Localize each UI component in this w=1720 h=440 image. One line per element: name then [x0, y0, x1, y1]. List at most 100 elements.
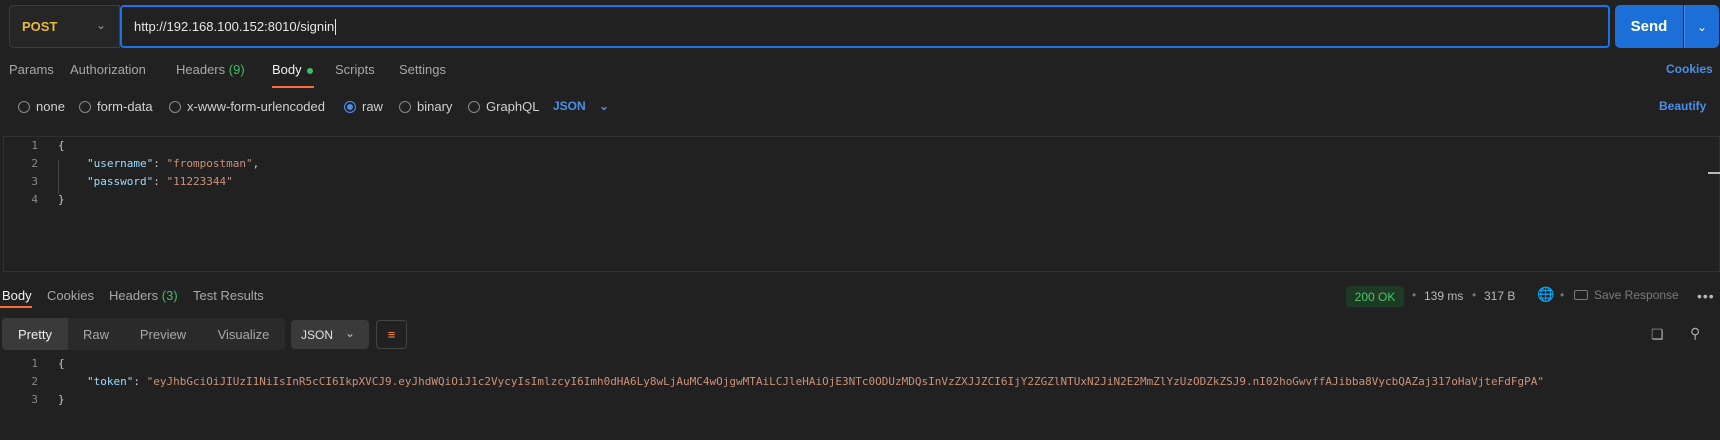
view-raw-button[interactable]: Raw: [68, 318, 124, 350]
view-pretty-button[interactable]: Pretty: [2, 318, 68, 350]
separator-dot: •: [1412, 288, 1417, 302]
open-brace: {: [58, 357, 65, 370]
response-size[interactable]: 317 B: [1484, 289, 1515, 303]
method-select[interactable]: POST ⌄: [9, 5, 120, 48]
close-brace: }: [58, 193, 65, 206]
json-line-username: "username": "frompostman",: [87, 157, 260, 170]
chevron-down-icon: ⌄: [96, 18, 107, 32]
line-number: 3: [31, 175, 38, 188]
radio-form-data[interactable]: form-data: [79, 99, 153, 114]
response-tab-body[interactable]: Body: [2, 288, 32, 303]
cookies-link[interactable]: Cookies: [1666, 62, 1713, 76]
url-input[interactable]: http://192.168.100.152:8010/signin: [120, 5, 1610, 48]
view-visualize-button[interactable]: Visualize: [202, 318, 285, 350]
radio-binary[interactable]: binary: [399, 99, 452, 114]
view-raw-label: Raw: [82, 326, 109, 342]
radio-circle-icon: [79, 100, 91, 113]
tab-body[interactable]: Body: [272, 62, 313, 77]
line-number: 3: [31, 393, 38, 406]
close-brace: }: [58, 393, 65, 406]
line-number: 1: [31, 139, 38, 152]
json-value: "eyJhbGciOiJIUzI1NiIsInR5cCI6IkpXVCJ9.ey…: [146, 375, 1544, 388]
status-text: 200 OK: [1354, 289, 1396, 304]
radio-circle-icon: [468, 100, 480, 113]
method-label: POST: [22, 19, 58, 34]
globe-icon[interactable]: 🌐: [1537, 286, 1554, 303]
modified-dot-icon: [306, 67, 313, 74]
tab-authorization[interactable]: Authorization: [70, 62, 146, 77]
radio-graphql-label: GraphQL: [486, 99, 540, 114]
view-pretty-label: Pretty: [18, 326, 52, 342]
chevron-down-icon: ⌄: [345, 326, 356, 340]
wrap-lines-button[interactable]: ≡: [376, 320, 407, 349]
radio-circle-icon: [399, 100, 411, 113]
url-text: http://192.168.100.152:8010/signin: [134, 19, 335, 34]
json-value: "11223344": [166, 175, 233, 188]
response-tab-test-results[interactable]: Test Results: [193, 288, 264, 303]
view-visualize-label: Visualize: [217, 326, 270, 342]
tab-headers[interactable]: Headers (9): [176, 62, 245, 77]
json-key: "token": [87, 375, 134, 388]
response-tab-headers[interactable]: Headers (3): [109, 288, 178, 303]
json-line-token[interactable]: "token": "eyJhbGciOiJIUzI1NiIsInR5cCI6Ik…: [87, 375, 1544, 388]
radio-binary-label: binary: [417, 99, 453, 114]
open-brace: {: [58, 139, 65, 152]
response-headers-label: Headers: [109, 288, 159, 303]
tab-body-label: Body: [272, 62, 302, 77]
tab-params[interactable]: Params: [9, 62, 54, 77]
response-headers-count: (3): [161, 288, 178, 303]
more-options-icon[interactable]: •••: [1697, 288, 1715, 304]
response-active-tab-indicator: [0, 306, 32, 308]
radio-none-label: none: [36, 99, 65, 114]
request-body-editor[interactable]: [3, 136, 1720, 272]
json-value: "frompostman": [166, 157, 253, 170]
beautify-button[interactable]: Beautify: [1659, 99, 1706, 113]
scrollbar-marker[interactable]: [1708, 172, 1720, 174]
tab-headers-label: Headers: [176, 62, 226, 77]
radio-raw[interactable]: raw: [344, 99, 383, 114]
body-format-dropdown[interactable]: JSON ⌄: [553, 99, 609, 113]
view-preview-label: Preview: [139, 326, 187, 342]
text-caret: [335, 18, 337, 35]
body-format-label: JSON: [553, 99, 586, 113]
radio-graphql[interactable]: GraphQL: [468, 99, 539, 114]
view-preview-button[interactable]: Preview: [124, 318, 202, 350]
wrap-lines-icon: ≡: [387, 327, 396, 342]
line-number: 4: [31, 193, 38, 206]
tab-scripts[interactable]: Scripts: [335, 62, 375, 77]
radio-raw-label: raw: [362, 99, 383, 114]
json-key: "password": [87, 175, 154, 188]
save-response-button[interactable]: Save Response: [1574, 288, 1679, 302]
headers-count: (9): [228, 62, 245, 77]
response-time[interactable]: 139 ms: [1424, 289, 1463, 303]
copy-icon[interactable]: ❏: [1651, 326, 1664, 343]
response-format-label: JSON: [301, 327, 334, 342]
radio-circle-icon: [18, 100, 30, 113]
line-number: 2: [31, 157, 38, 170]
indent-guide: [58, 160, 59, 194]
radio-selected-icon: [344, 100, 356, 113]
radio-circle-icon: [169, 100, 181, 113]
radio-none[interactable]: none: [18, 99, 65, 114]
response-tab-cookies[interactable]: Cookies: [47, 288, 94, 303]
separator-dot: •: [1560, 288, 1565, 302]
separator-dot: •: [1472, 288, 1477, 302]
chevron-down-icon: ⌄: [599, 99, 610, 113]
tab-settings[interactable]: Settings: [399, 62, 446, 77]
line-number: 2: [31, 375, 38, 388]
radio-urlencoded[interactable]: x-www-form-urlencoded: [169, 99, 325, 114]
save-response-label: Save Response: [1594, 288, 1679, 302]
send-label: Send: [1630, 18, 1668, 35]
search-icon[interactable]: ⚲: [1690, 325, 1700, 342]
save-icon: [1574, 290, 1588, 300]
response-format-dropdown[interactable]: JSON ⌄: [291, 320, 369, 349]
status-badge[interactable]: 200 OK: [1346, 286, 1404, 307]
active-tab-indicator: [272, 86, 314, 88]
radio-urlencoded-label: x-www-form-urlencoded: [187, 99, 325, 114]
send-options-button[interactable]: ⌄: [1684, 5, 1719, 48]
chevron-down-icon: ⌄: [1696, 19, 1708, 34]
radio-form-data-label: form-data: [97, 99, 153, 114]
send-button[interactable]: Send: [1615, 5, 1683, 48]
json-line-password: "password": "11223344": [87, 175, 233, 188]
json-key: "username": [87, 157, 154, 170]
